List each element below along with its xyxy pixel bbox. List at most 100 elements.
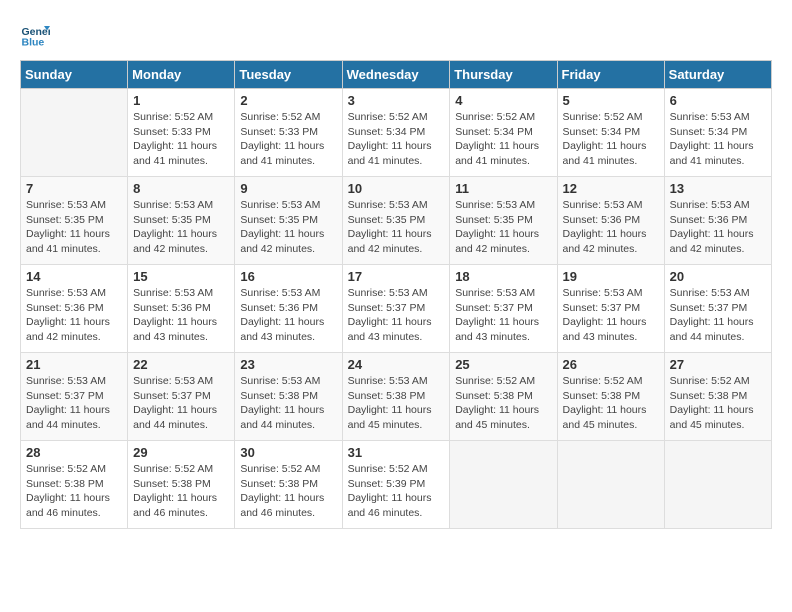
day-info: Sunrise: 5:52 AM Sunset: 5:38 PM Dayligh…: [455, 374, 551, 433]
day-info: Sunrise: 5:53 AM Sunset: 5:37 PM Dayligh…: [133, 374, 229, 433]
day-info: Sunrise: 5:53 AM Sunset: 5:36 PM Dayligh…: [133, 286, 229, 345]
calendar-cell: 18Sunrise: 5:53 AM Sunset: 5:37 PM Dayli…: [450, 265, 557, 353]
day-info: Sunrise: 5:53 AM Sunset: 5:37 PM Dayligh…: [563, 286, 659, 345]
svg-text:Blue: Blue: [22, 37, 45, 49]
day-info: Sunrise: 5:52 AM Sunset: 5:33 PM Dayligh…: [240, 110, 336, 169]
calendar-cell: 25 Sunrise: 5:52 AM Sunset: 5:38 PM Dayli…: [450, 353, 557, 441]
day-info: Sunrise: 5:52 AM Sunset: 5:38 PM Dayligh…: [26, 462, 122, 521]
day-number: 29: [133, 445, 229, 460]
day-info: Sunrise: 5:53 AM Sunset: 5:37 PM Dayligh…: [670, 286, 766, 345]
week-row: 21 Sunrise: 5:53 AM Sunset: 5:37 PM Dayli…: [21, 353, 772, 441]
day-number: 1: [133, 93, 229, 108]
day-number: 12: [563, 181, 659, 196]
day-of-week-header: Tuesday: [235, 61, 342, 89]
day-info: Sunrise: 5:53 AM Sunset: 5:36 PM Dayligh…: [26, 286, 122, 345]
day-number: 22: [133, 357, 229, 372]
day-number: 27: [670, 357, 766, 372]
calendar-cell: [21, 89, 128, 177]
calendar-cell: 31 Sunrise: 5:52 AM Sunset: 5:39 PM Dayli…: [342, 441, 450, 529]
day-of-week-header: Wednesday: [342, 61, 450, 89]
calendar-cell: 28 Sunrise: 5:52 AM Sunset: 5:38 PM Dayli…: [21, 441, 128, 529]
day-number: 28: [26, 445, 122, 460]
day-info: Sunrise: 5:52 AM Sunset: 5:34 PM Dayligh…: [348, 110, 445, 169]
day-info: Sunrise: 5:53 AM Sunset: 5:38 PM Dayligh…: [240, 374, 336, 433]
header-row: SundayMondayTuesdayWednesdayThursdayFrid…: [21, 61, 772, 89]
day-info: Sunrise: 5:53 AM Sunset: 5:35 PM Dayligh…: [240, 198, 336, 257]
day-number: 6: [670, 93, 766, 108]
day-number: 4: [455, 93, 551, 108]
day-number: 3: [348, 93, 445, 108]
calendar-cell: 14 Sunrise: 5:53 AM Sunset: 5:36 PM Dayli…: [21, 265, 128, 353]
calendar-cell: 3 Sunrise: 5:52 AM Sunset: 5:34 PM Daylig…: [342, 89, 450, 177]
day-number: 11: [455, 181, 551, 196]
calendar-cell: [450, 441, 557, 529]
calendar-cell: 30 Sunrise: 5:52 AM Sunset: 5:38 PM Dayli…: [235, 441, 342, 529]
day-number: 24: [348, 357, 445, 372]
day-info: Sunrise: 5:52 AM Sunset: 5:38 PM Dayligh…: [240, 462, 336, 521]
day-info: Sunrise: 5:53 AM Sunset: 5:35 PM Dayligh…: [348, 198, 445, 257]
calendar-cell: 11 Sunrise: 5:53 AM Sunset: 5:35 PM Dayli…: [450, 177, 557, 265]
calendar-cell: 21 Sunrise: 5:53 AM Sunset: 5:37 PM Dayli…: [21, 353, 128, 441]
day-info: Sunrise: 5:52 AM Sunset: 5:39 PM Dayligh…: [348, 462, 445, 521]
calendar-cell: 22 Sunrise: 5:53 AM Sunset: 5:37 PM Dayli…: [128, 353, 235, 441]
day-info: Sunrise: 5:53 AM Sunset: 5:37 PM Dayligh…: [348, 286, 445, 345]
day-number: 15: [133, 269, 229, 284]
calendar-cell: 13 Sunrise: 5:53 AM Sunset: 5:36 PM Dayli…: [664, 177, 771, 265]
day-number: 16: [240, 269, 336, 284]
page-header: General Blue: [20, 20, 772, 50]
day-number: 2: [240, 93, 336, 108]
calendar-cell: 12 Sunrise: 5:53 AM Sunset: 5:36 PM Dayli…: [557, 177, 664, 265]
calendar-cell: 26 Sunrise: 5:52 AM Sunset: 5:38 PM Dayli…: [557, 353, 664, 441]
day-info: Sunrise: 5:52 AM Sunset: 5:38 PM Dayligh…: [563, 374, 659, 433]
day-info: Sunrise: 5:52 AM Sunset: 5:34 PM Dayligh…: [563, 110, 659, 169]
day-number: 25: [455, 357, 551, 372]
calendar-cell: 5Sunrise: 5:52 AM Sunset: 5:34 PM Daylig…: [557, 89, 664, 177]
calendar-cell: 2 Sunrise: 5:52 AM Sunset: 5:33 PM Daylig…: [235, 89, 342, 177]
day-info: Sunrise: 5:53 AM Sunset: 5:36 PM Dayligh…: [670, 198, 766, 257]
calendar-cell: 23 Sunrise: 5:53 AM Sunset: 5:38 PM Dayli…: [235, 353, 342, 441]
day-number: 9: [240, 181, 336, 196]
calendar-cell: 29 Sunrise: 5:52 AM Sunset: 5:38 PM Dayli…: [128, 441, 235, 529]
calendar-cell: 17 Sunrise: 5:53 AM Sunset: 5:37 PM Dayli…: [342, 265, 450, 353]
day-info: Sunrise: 5:52 AM Sunset: 5:38 PM Dayligh…: [133, 462, 229, 521]
day-number: 30: [240, 445, 336, 460]
day-number: 26: [563, 357, 659, 372]
calendar-cell: 15 Sunrise: 5:53 AM Sunset: 5:36 PM Dayli…: [128, 265, 235, 353]
calendar-cell: [557, 441, 664, 529]
day-number: 10: [348, 181, 445, 196]
calendar-cell: 24 Sunrise: 5:53 AM Sunset: 5:38 PM Dayli…: [342, 353, 450, 441]
day-of-week-header: Saturday: [664, 61, 771, 89]
day-number: 23: [240, 357, 336, 372]
week-row: 14 Sunrise: 5:53 AM Sunset: 5:36 PM Dayli…: [21, 265, 772, 353]
day-info: Sunrise: 5:53 AM Sunset: 5:35 PM Dayligh…: [455, 198, 551, 257]
day-of-week-header: Monday: [128, 61, 235, 89]
day-of-week-header: Thursday: [450, 61, 557, 89]
day-info: Sunrise: 5:53 AM Sunset: 5:35 PM Dayligh…: [133, 198, 229, 257]
day-info: Sunrise: 5:53 AM Sunset: 5:35 PM Dayligh…: [26, 198, 122, 257]
day-number: 8: [133, 181, 229, 196]
calendar-cell: 7Sunrise: 5:53 AM Sunset: 5:35 PM Daylig…: [21, 177, 128, 265]
day-number: 17: [348, 269, 445, 284]
week-row: 28 Sunrise: 5:52 AM Sunset: 5:38 PM Dayli…: [21, 441, 772, 529]
day-number: 14: [26, 269, 122, 284]
day-info: Sunrise: 5:53 AM Sunset: 5:36 PM Dayligh…: [563, 198, 659, 257]
day-number: 19: [563, 269, 659, 284]
day-info: Sunrise: 5:52 AM Sunset: 5:33 PM Dayligh…: [133, 110, 229, 169]
day-info: Sunrise: 5:53 AM Sunset: 5:36 PM Dayligh…: [240, 286, 336, 345]
day-info: Sunrise: 5:53 AM Sunset: 5:34 PM Dayligh…: [670, 110, 766, 169]
calendar-cell: [664, 441, 771, 529]
calendar-cell: 6 Sunrise: 5:53 AM Sunset: 5:34 PM Daylig…: [664, 89, 771, 177]
day-of-week-header: Friday: [557, 61, 664, 89]
day-info: Sunrise: 5:53 AM Sunset: 5:37 PM Dayligh…: [26, 374, 122, 433]
calendar-cell: 4Sunrise: 5:52 AM Sunset: 5:34 PM Daylig…: [450, 89, 557, 177]
day-number: 18: [455, 269, 551, 284]
day-info: Sunrise: 5:52 AM Sunset: 5:38 PM Dayligh…: [670, 374, 766, 433]
day-number: 13: [670, 181, 766, 196]
day-number: 21: [26, 357, 122, 372]
day-number: 20: [670, 269, 766, 284]
calendar-cell: 20 Sunrise: 5:53 AM Sunset: 5:37 PM Dayli…: [664, 265, 771, 353]
calendar-cell: 8 Sunrise: 5:53 AM Sunset: 5:35 PM Daylig…: [128, 177, 235, 265]
day-number: 31: [348, 445, 445, 460]
day-info: Sunrise: 5:53 AM Sunset: 5:38 PM Dayligh…: [348, 374, 445, 433]
calendar-cell: 27 Sunrise: 5:52 AM Sunset: 5:38 PM Dayli…: [664, 353, 771, 441]
